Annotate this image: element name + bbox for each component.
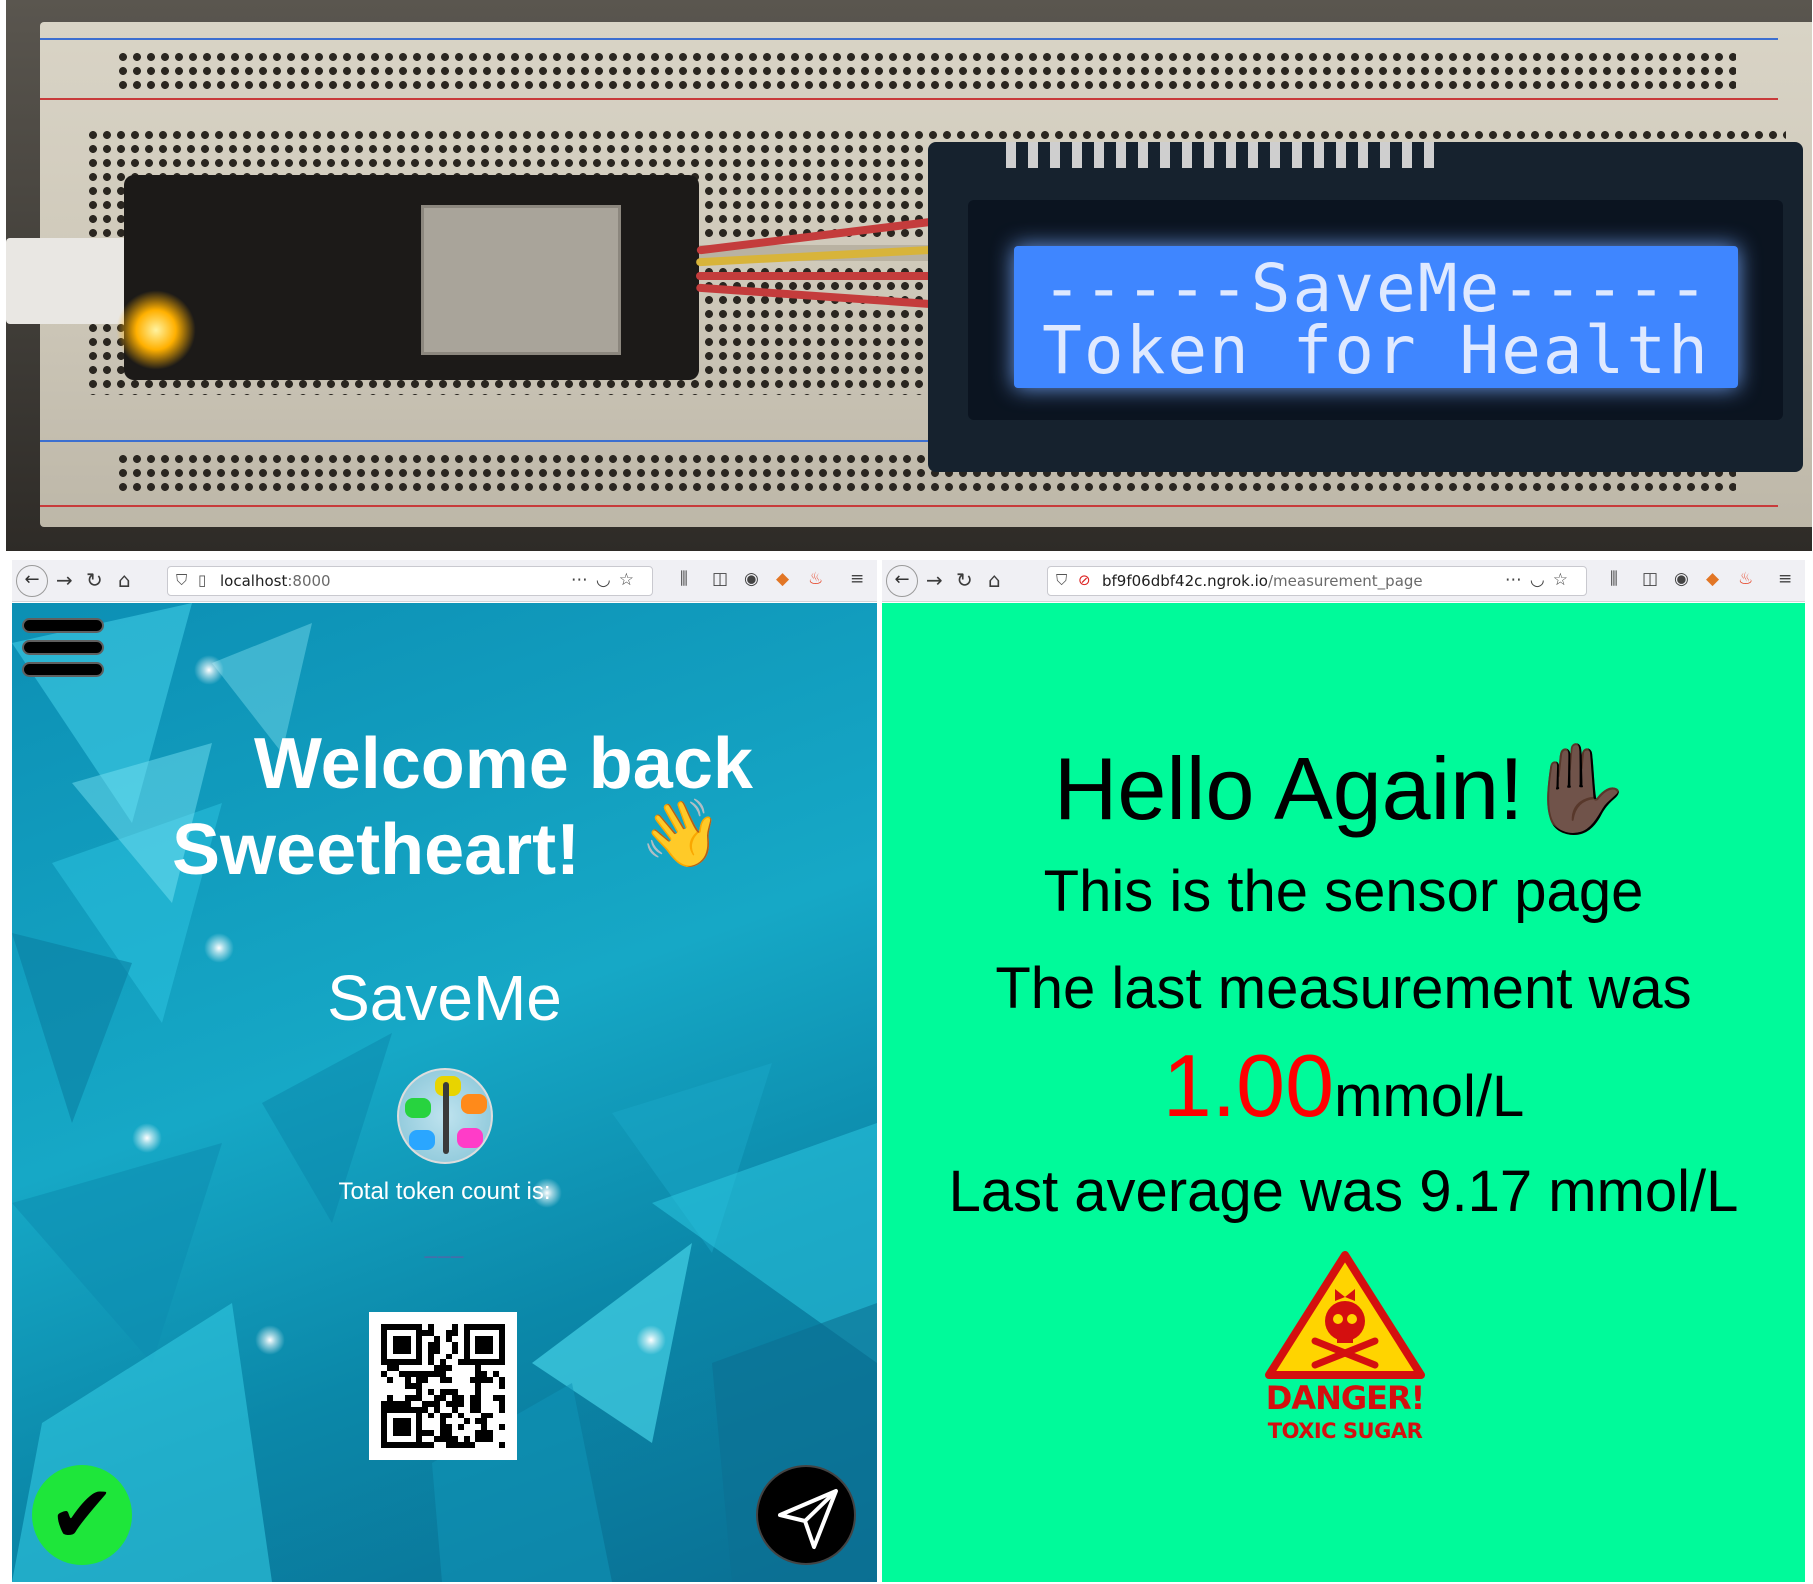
hamburger-menu-button[interactable] [22, 618, 104, 684]
back-button[interactable]: ← [16, 565, 48, 597]
home-page: Welcome back Sweetheart! 👋 SaveMe Total … [12, 603, 877, 1582]
sparkle [194, 655, 224, 685]
url-path: /measurement_page [1267, 572, 1423, 590]
saveme-logo [397, 1068, 493, 1164]
send-button[interactable] [756, 1465, 856, 1565]
account-icon[interactable]: ◉ [1674, 569, 1689, 589]
logo-hand [405, 1098, 431, 1118]
sidebar-icon[interactable]: ◫ [1642, 569, 1658, 589]
checkmark-icon: ✔ [48, 1468, 116, 1561]
home-button[interactable]: ⌂ [118, 566, 131, 594]
sparkle [132, 1123, 162, 1153]
home-button[interactable]: ⌂ [988, 566, 1001, 594]
logo-staff [443, 1082, 449, 1154]
back-button[interactable]: ← [886, 565, 918, 597]
url-text: localhost:8000 [220, 572, 331, 590]
right-browser-toolbar: ← → ↻ ⌂ ⛉ ⊘ bf9f06dbf42c.ngrok.io/measur… [882, 560, 1805, 602]
logo-hand [461, 1094, 487, 1114]
lcd-display: -----SaveMe----- Token for Health [1014, 246, 1738, 388]
reload-button[interactable]: ↻ [956, 566, 973, 594]
welcome-line-2: Sweetheart! [172, 810, 581, 890]
qr-code [369, 1312, 517, 1460]
sparkle [636, 1325, 666, 1355]
hello-heading: Hello Again!✋🏿 [882, 738, 1805, 841]
insecure-lock-icon: ⊘ [1078, 571, 1091, 589]
shield-icon: ⛉ [176, 571, 188, 589]
token-count-label: Total token count is: [338, 1178, 551, 1205]
metamask-icon[interactable]: ◆ [1706, 569, 1719, 589]
forward-button[interactable]: → [926, 566, 943, 594]
menu-icon[interactable]: ≡ [1778, 569, 1792, 589]
danger-label: DANGER! [1265, 1379, 1425, 1417]
url-bar[interactable]: ⛉ ⊘ bf9f06dbf42c.ngrok.io/measurement_pa… [1047, 566, 1587, 596]
measurement-unit: mmol/L [1334, 1064, 1525, 1129]
page-icon: ▯ [198, 571, 207, 589]
breadboard-rail-red [40, 98, 1778, 100]
url-actions: ⋯◡☆ [1505, 570, 1576, 590]
forward-button[interactable]: → [56, 566, 73, 594]
skull-warning-icon [1265, 1251, 1425, 1379]
raised-hand-icon: ✋🏿 [1523, 739, 1634, 838]
brand-title: SaveMe [327, 962, 562, 1034]
left-browser-toolbar: ← → ↻ ⌂ ⛉ ▯ localhost:8000 ⋯◡☆ ⫼ ◫ ◉ ◆ ♨… [12, 560, 877, 602]
url-text: bf9f06dbf42c.ngrok.io/measurement_page [1102, 572, 1423, 590]
waving-hand-icon: 👋 [640, 795, 723, 872]
confirm-check-button[interactable]: ✔ [32, 1465, 132, 1565]
fire-extension-icon[interactable]: ♨ [808, 569, 823, 589]
url-path: :8000 [287, 572, 331, 590]
qr-code-matrix [381, 1324, 505, 1448]
wire-red-2 [696, 272, 936, 280]
hamburger-bar [22, 662, 104, 677]
hello-text: Hello Again! [1053, 739, 1524, 838]
measurement-number: 1.00 [1162, 1036, 1335, 1135]
more-icon[interactable]: ⋯ [571, 570, 596, 590]
hamburger-bar [22, 640, 104, 655]
pocket-icon[interactable]: ◡ [1530, 570, 1553, 590]
reload-button[interactable]: ↻ [86, 566, 103, 594]
paper-plane-icon [778, 1489, 838, 1549]
lcd-header-pins [1006, 142, 1436, 168]
measurement-page: Hello Again!✋🏿 This is the sensor page T… [882, 603, 1805, 1582]
token-count-value: ___ [424, 1235, 465, 1260]
status-led [116, 290, 196, 370]
breadboard-holes-top [116, 50, 1736, 92]
more-icon[interactable]: ⋯ [1505, 570, 1530, 590]
esp32-module [421, 205, 621, 355]
library-icon[interactable]: ⫼ [1610, 569, 1618, 589]
average-text: Last average was 9.17 mmol/L [948, 1159, 1739, 1224]
sparkle [204, 933, 234, 963]
logo-hand [457, 1128, 483, 1148]
url-actions: ⋯◡☆ [571, 570, 642, 590]
composite-screenshot: -----SaveMe----- Token for Health ← → ↻ … [0, 0, 1813, 1584]
last-measurement-label: The last measurement was [995, 956, 1692, 1021]
bookmark-star-icon[interactable]: ☆ [1553, 570, 1576, 590]
url-bar[interactable]: ⛉ ▯ localhost:8000 ⋯◡☆ [167, 566, 653, 596]
shield-icon: ⛉ [1056, 571, 1068, 589]
logo-hand [409, 1130, 435, 1150]
hamburger-bar [22, 618, 104, 633]
url-host: localhost [220, 572, 288, 590]
menu-icon[interactable]: ≡ [850, 569, 864, 589]
last-measurement-value: 1.00mmol/L [882, 1035, 1805, 1137]
sidebar-icon[interactable]: ◫ [712, 569, 728, 589]
toxic-sugar-label: TOXIC SUGAR [1267, 1419, 1423, 1443]
breadboard-rail-blue [40, 38, 1778, 40]
lcd-line-2: Token for Health [1042, 312, 1710, 389]
sparkle [255, 1325, 285, 1355]
bookmark-star-icon[interactable]: ☆ [619, 570, 642, 590]
library-icon[interactable]: ⫼ [680, 569, 688, 589]
hardware-photo: -----SaveMe----- Token for Health [6, 0, 1812, 551]
url-host: bf9f06dbf42c.ngrok.io [1102, 572, 1268, 590]
metamask-icon[interactable]: ◆ [776, 569, 789, 589]
danger-warning-sign: DANGER! TOXIC SUGAR [1265, 1251, 1425, 1451]
sensor-page-text: This is the sensor page [1043, 859, 1644, 924]
pocket-icon[interactable]: ◡ [596, 570, 619, 590]
account-icon[interactable]: ◉ [744, 569, 759, 589]
fire-extension-icon[interactable]: ♨ [1738, 569, 1753, 589]
breadboard-rail-red-bottom [40, 505, 1778, 507]
